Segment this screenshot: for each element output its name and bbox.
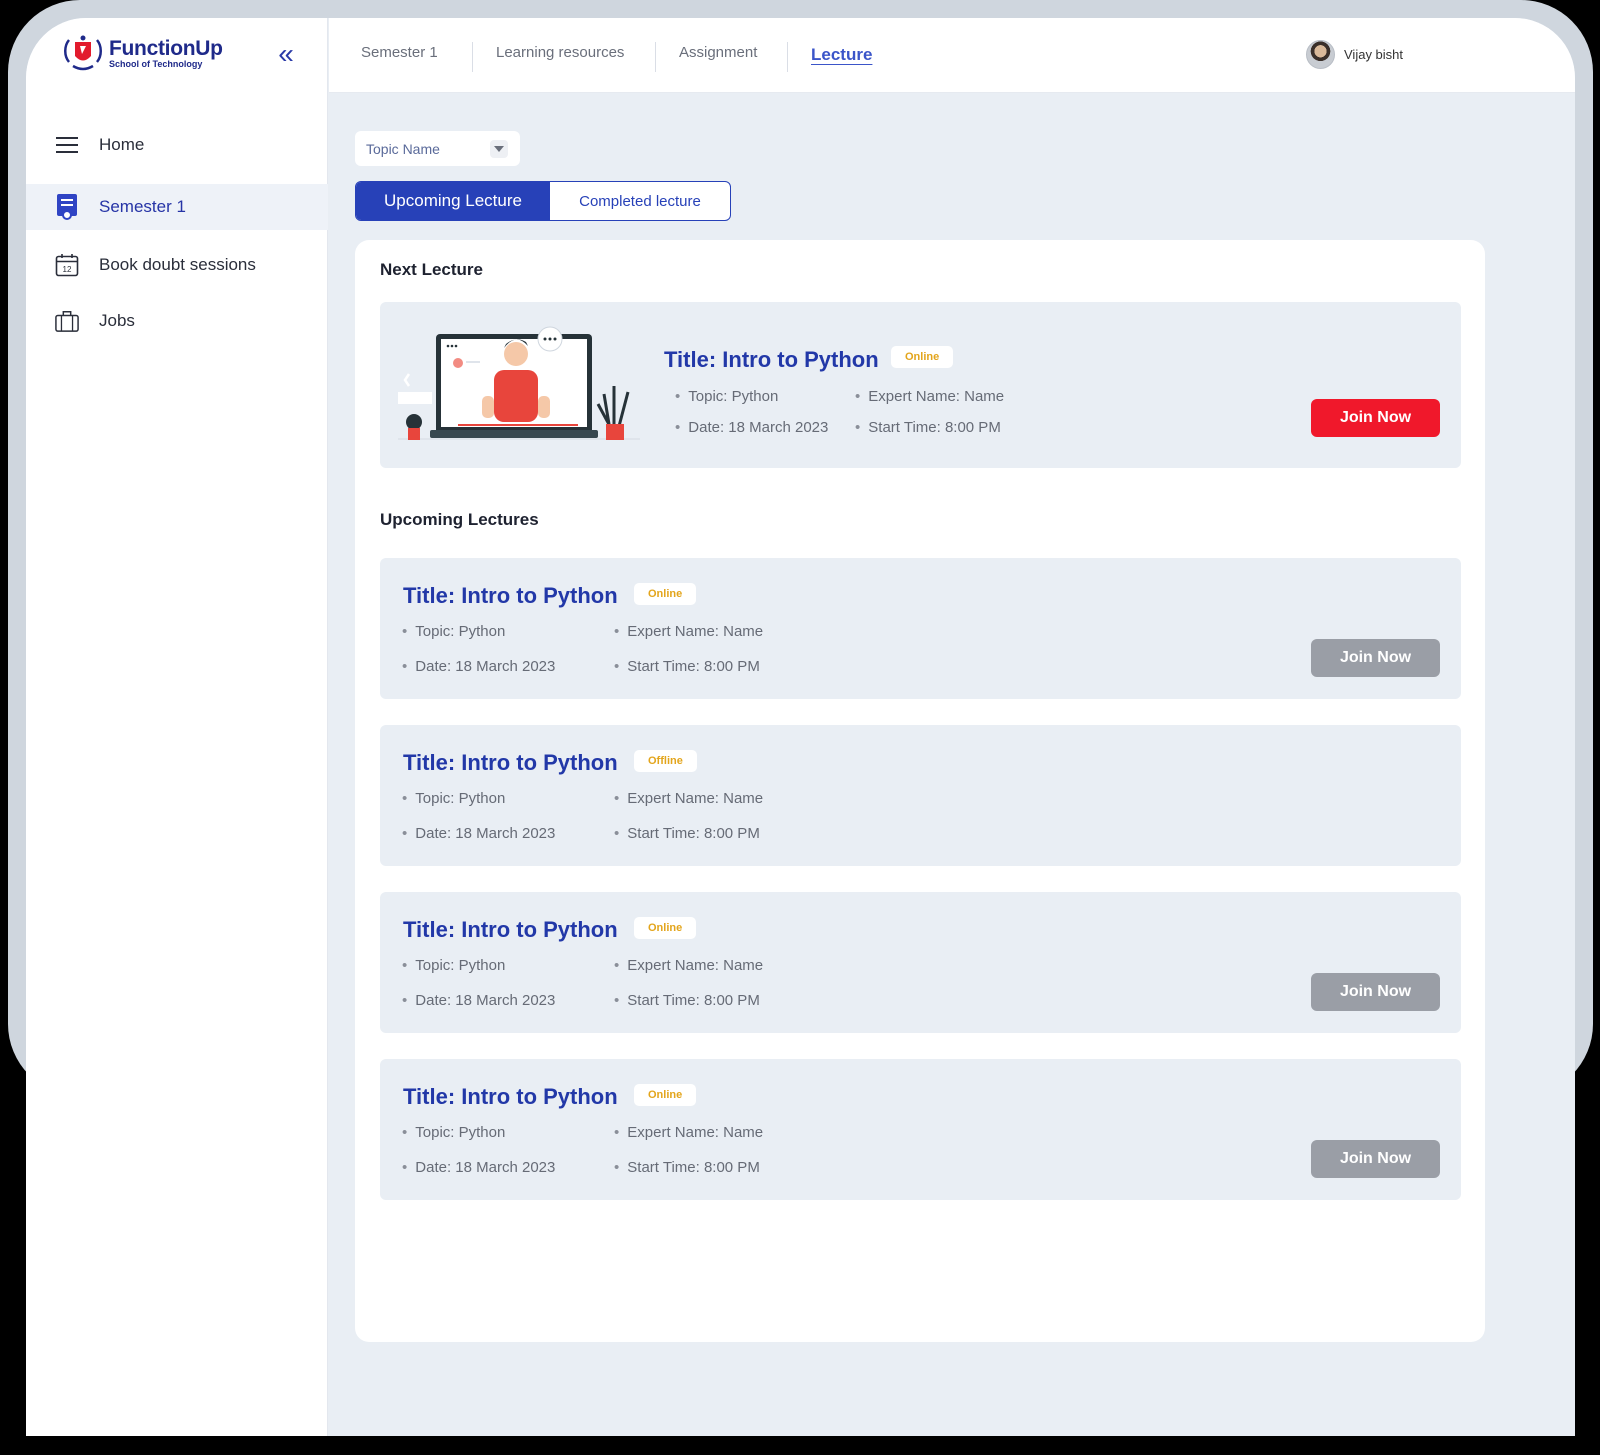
upcoming-lecture-card: Title: Intro to Python Online Topic: Pyt… xyxy=(380,558,1461,699)
upcoming-lectures-heading: Upcoming Lectures xyxy=(380,510,539,529)
avatar xyxy=(1306,40,1335,69)
lecture-topic: Topic: Python xyxy=(675,388,778,405)
menu-icon xyxy=(55,133,79,157)
sidebar-item-jobs[interactable]: Jobs xyxy=(26,298,328,344)
lectures-panel: Next Lecture Title: Intro to Python Onli… xyxy=(355,240,1485,1342)
lecture-start-time: Start Time: 8:00 PM xyxy=(614,1159,760,1176)
lecture-toggle: Upcoming Lecture Completed lecture xyxy=(355,181,731,221)
sidebar-item-label: Semester 1 xyxy=(99,197,186,216)
document-badge-icon xyxy=(55,194,79,220)
lecture-title: Title: Intro to Python xyxy=(403,917,618,942)
lecture-date: Date: 18 March 2023 xyxy=(402,658,555,675)
mode-badge: Offline xyxy=(634,750,697,772)
brand-subtitle: School of Technology xyxy=(109,58,203,69)
sidebar-item-label: Jobs xyxy=(99,311,135,330)
crest-icon xyxy=(64,35,102,71)
chevron-down-icon xyxy=(490,140,508,158)
lecture-title: Title: Intro to Python xyxy=(664,347,879,372)
lecture-date: Date: 18 March 2023 xyxy=(402,825,555,842)
briefcase-icon xyxy=(55,309,79,333)
lecture-date: Date: 18 March 2023 xyxy=(402,1159,555,1176)
join-now-button[interactable]: Join Now xyxy=(1311,973,1440,1011)
lecture-title: Title: Intro to Python xyxy=(403,583,618,608)
topic-name-placeholder: Topic Name xyxy=(366,140,440,157)
upcoming-lecture-card: Title: Intro to Python Online Topic: Pyt… xyxy=(380,1059,1461,1200)
lecture-expert: Expert Name: Name xyxy=(614,790,763,807)
join-now-button[interactable]: Join Now xyxy=(1311,639,1440,677)
lecture-expert: Expert Name: Name xyxy=(614,623,763,640)
lecture-topic: Topic: Python xyxy=(402,623,505,640)
tab-assignment[interactable]: Assignment xyxy=(679,44,757,61)
sidebar-item-home[interactable]: Home xyxy=(26,122,328,168)
mode-badge: Online xyxy=(634,917,697,939)
double-chevron-left-icon[interactable]: « xyxy=(272,40,300,68)
upcoming-lecture-card: Title: Intro to Python Online Topic: Pyt… xyxy=(380,892,1461,1033)
user-menu[interactable]: Vijay bisht xyxy=(1306,40,1403,69)
tab-divider xyxy=(472,42,473,72)
sidebar-item-label: Book doubt sessions xyxy=(99,255,256,274)
svg-text:12: 12 xyxy=(63,265,72,274)
topic-name-dropdown[interactable]: Topic Name xyxy=(355,131,520,166)
app-window: FunctionUp School of Technology « Home S… xyxy=(26,18,1575,1436)
sidebar-item-label: Home xyxy=(99,135,145,154)
brand-logo[interactable]: FunctionUp School of Technology xyxy=(61,32,223,74)
tab-semester-1[interactable]: Semester 1 xyxy=(361,44,438,61)
lecture-topic: Topic: Python xyxy=(402,957,505,974)
lecture-start-time: Start Time: 8:00 PM xyxy=(614,658,760,675)
lecture-start-time: Start Time: 8:00 PM xyxy=(614,992,760,1009)
lecture-start-time: Start Time: 8:00 PM xyxy=(855,419,1001,436)
lecture-start-time: Start Time: 8:00 PM xyxy=(614,825,760,842)
join-now-button[interactable]: Join Now xyxy=(1311,399,1440,437)
sidebar-item-book-doubt-sessions[interactable]: 12 Book doubt sessions xyxy=(26,242,328,288)
sidebar: FunctionUp School of Technology « Home S… xyxy=(26,18,328,1436)
lecture-expert: Expert Name: Name xyxy=(614,957,763,974)
upcoming-lecture-card: Title: Intro to Python Offline Topic: Py… xyxy=(380,725,1461,866)
lecture-expert: Expert Name: Name xyxy=(855,388,1004,405)
mode-badge: Online xyxy=(891,346,954,368)
lecture-date: Date: 18 March 2023 xyxy=(675,419,828,436)
lecture-topic: Topic: Python xyxy=(402,1124,505,1141)
mode-badge: Online xyxy=(634,583,697,605)
upcoming-lecture-tab[interactable]: Upcoming Lecture xyxy=(356,182,550,220)
tab-lecture[interactable]: Lecture xyxy=(811,45,872,65)
next-lecture-heading: Next Lecture xyxy=(380,260,483,279)
next-lecture-card: Title: Intro to Python Online Topic: Pyt… xyxy=(380,302,1461,468)
online-class-illustration xyxy=(398,326,640,440)
lecture-title: Title: Intro to Python xyxy=(403,750,618,775)
user-name: Vijay bisht xyxy=(1344,47,1404,62)
calendar-icon: 12 xyxy=(55,253,79,277)
join-now-button[interactable]: Join Now xyxy=(1311,1140,1440,1178)
brand-name: FunctionUp xyxy=(109,36,223,60)
lecture-title: Title: Intro to Python xyxy=(403,1084,618,1109)
mode-badge: Online xyxy=(634,1084,697,1106)
tab-divider xyxy=(787,42,788,72)
completed-lecture-tab[interactable]: Completed lecture xyxy=(550,182,730,220)
lecture-date: Date: 18 March 2023 xyxy=(402,992,555,1009)
lecture-expert: Expert Name: Name xyxy=(614,1124,763,1141)
tab-learning-resources[interactable]: Learning resources xyxy=(496,44,624,61)
tab-divider xyxy=(655,42,656,72)
lecture-topic: Topic: Python xyxy=(402,790,505,807)
top-nav: Semester 1 Learning resources Assignment… xyxy=(329,18,1575,93)
sidebar-item-semester-1[interactable]: Semester 1 xyxy=(26,184,328,230)
